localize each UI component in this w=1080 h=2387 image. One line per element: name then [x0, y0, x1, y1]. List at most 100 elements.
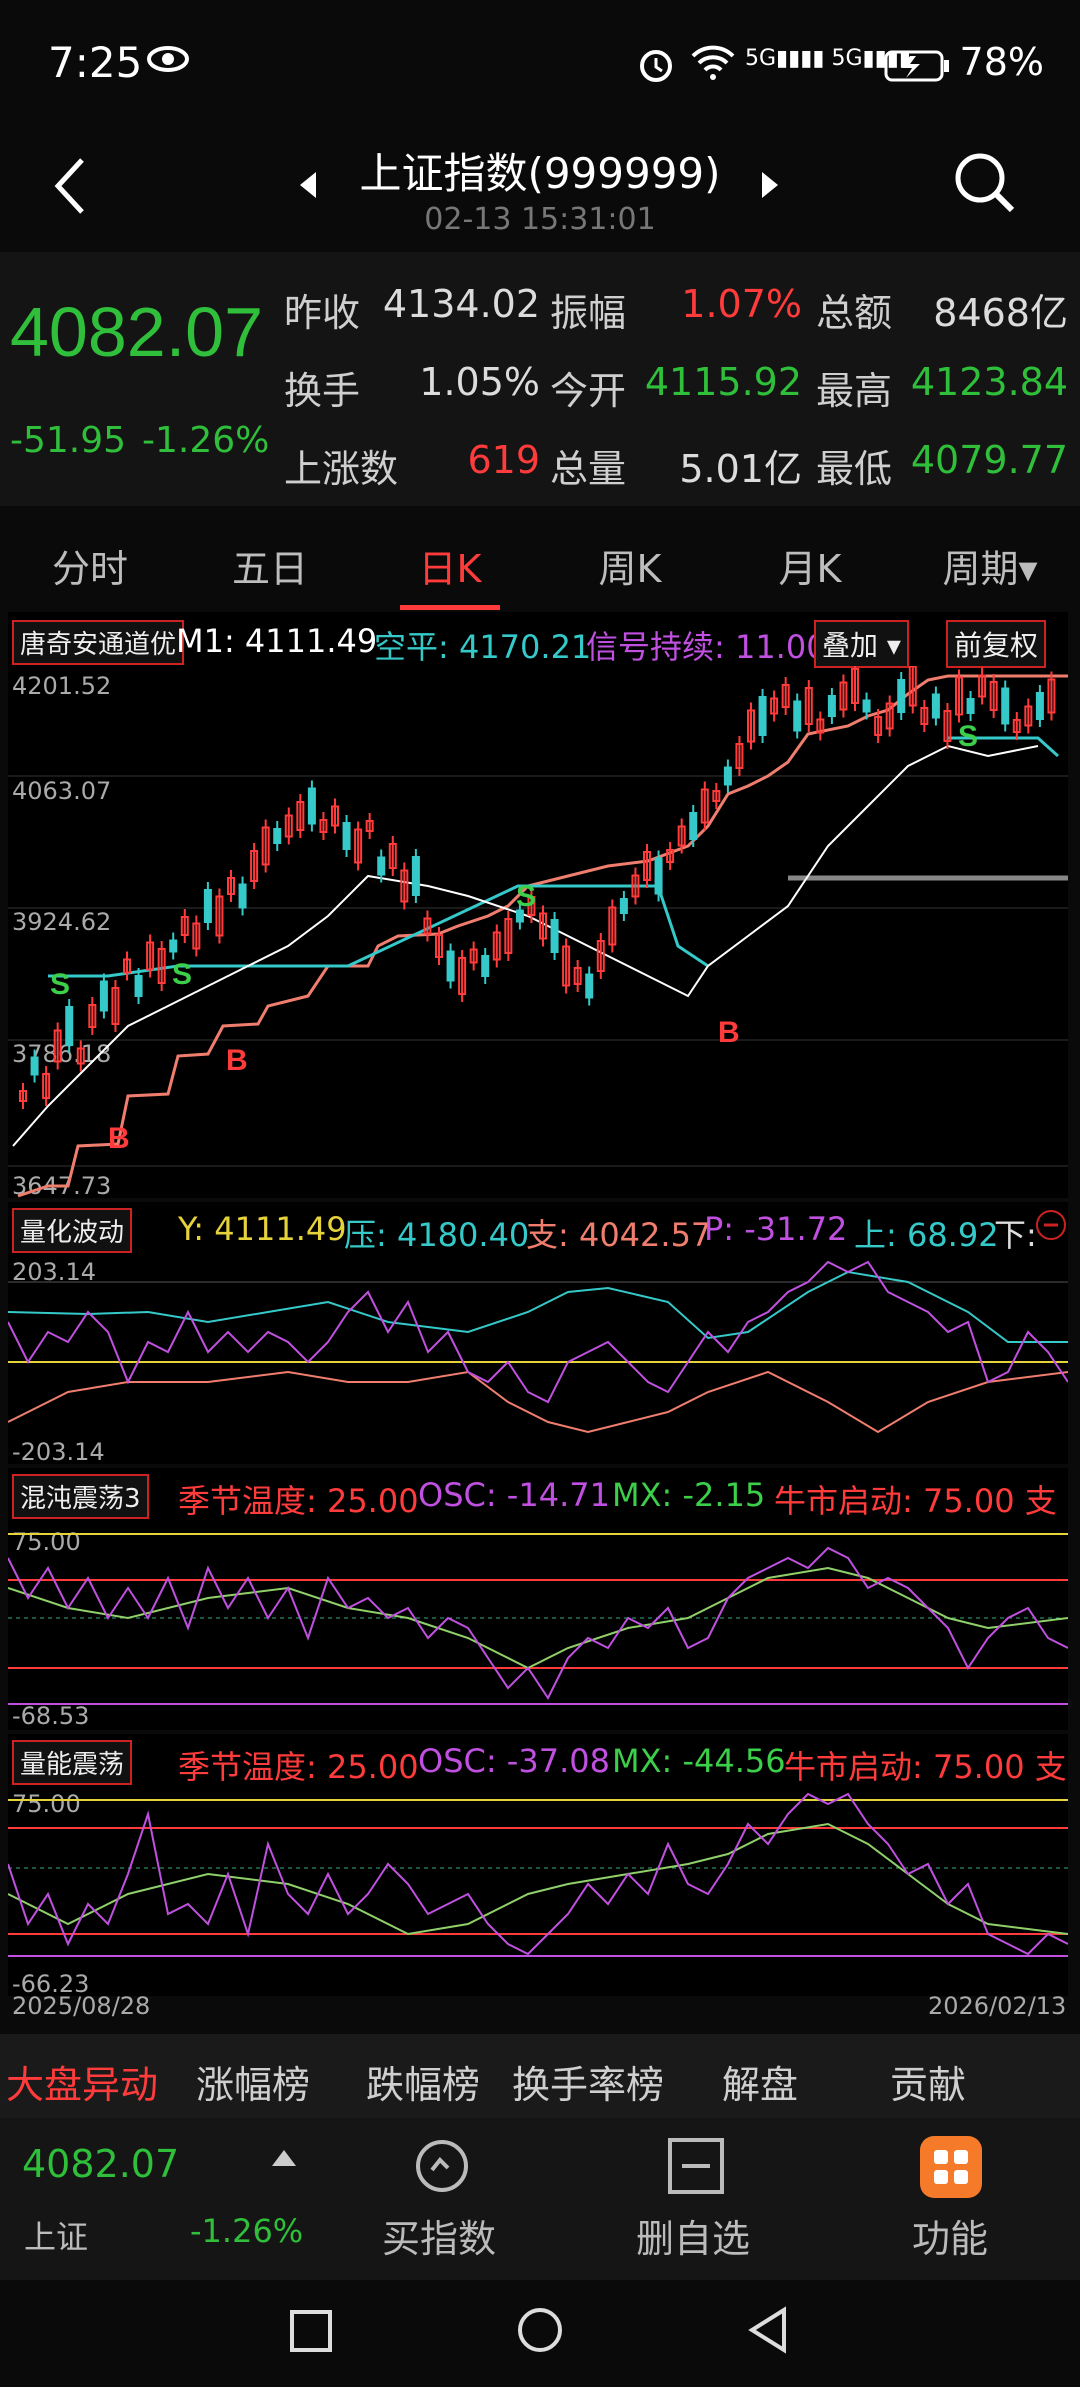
bottom-pct: -1.26% — [190, 2212, 304, 2250]
candle-body — [1035, 692, 1044, 720]
p2-y: Y: 4111.49 — [178, 1210, 347, 1248]
bottom-bar: 4082.07 上证 -1.26% 买指数 删自选 功能 — [0, 2118, 1080, 2280]
tab-weekly-k[interactable]: 周K — [545, 538, 715, 593]
candle-body — [238, 883, 247, 909]
candle-body — [793, 700, 802, 732]
candle-body — [65, 1006, 74, 1046]
header: 上证指数(999999) 02-13 15:31:01 — [0, 140, 1080, 250]
buy-index-button[interactable]: 买指数 — [382, 2208, 496, 2263]
battery-percent: 78% — [959, 40, 1044, 84]
volume-oscillation-panel[interactable]: 量能震荡 季节温度: 25.00 OSC: -37.08 MX: -44.56 … — [8, 1734, 1068, 2020]
turnover-label: 换手 — [284, 369, 361, 413]
main-kline-chart[interactable]: 唐奇安通道优 M1: 4111.49 空平: 4170.21 信号持续: 11.… — [8, 612, 1068, 1200]
adjust-button[interactable]: 前复权 — [946, 620, 1047, 668]
prev-close-label: 昨收 — [284, 291, 361, 335]
eye-icon — [146, 44, 190, 78]
kline-plot: S S S S B B B — [8, 666, 1068, 1198]
remove-watchlist-button[interactable]: 删自选 — [636, 2208, 750, 2263]
tab-analysis[interactable]: 解盘 — [722, 2054, 798, 2109]
status-time: 7:25 — [48, 38, 143, 87]
amount-value: 8468亿 — [933, 291, 1068, 335]
quote-datetime: 02-13 15:31:01 — [424, 202, 656, 237]
buy-marker: B — [718, 1016, 740, 1049]
chaos-oscillation-panel[interactable]: 混沌震荡3 季节温度: 25.00 OSC: -14.71 MX: -2.15 … — [8, 1468, 1068, 1730]
overlay-button[interactable]: 叠加 ▾ — [814, 620, 909, 668]
candle-body — [689, 812, 698, 840]
buy-index-icon[interactable] — [412, 2136, 472, 2200]
tab-contribution[interactable]: 贡献 — [890, 2054, 966, 2109]
amplitude-value: 1.07% — [681, 282, 802, 326]
function-icon[interactable] — [920, 2136, 982, 2202]
rise-count-value: 619 — [467, 438, 540, 482]
candle-body — [169, 939, 178, 953]
candle-body — [446, 950, 455, 982]
active-tab-indicator — [400, 605, 500, 610]
tab-market-movers[interactable]: 大盘异动 — [6, 2054, 158, 2109]
recents-button[interactable] — [288, 2308, 334, 2358]
amount-label: 总额 — [816, 291, 893, 335]
candle-body — [307, 787, 316, 825]
p3-temp: 季节温度: 25.00 — [178, 1482, 419, 1520]
next-stock-button[interactable] — [758, 170, 782, 204]
volume-label: 总量 — [550, 447, 627, 491]
kongping-value: 空平: 4170.21 — [374, 628, 592, 666]
settings-icon[interactable] — [1034, 1208, 1068, 1246]
candle-body — [585, 973, 594, 999]
candle-body — [931, 693, 940, 719]
turnover-value: 1.05% — [419, 360, 540, 404]
tab-period[interactable]: 周期▾ — [905, 538, 1075, 593]
indicator-selector-3[interactable]: 混沌震荡3 — [12, 1474, 149, 1519]
remove-watchlist-icon[interactable] — [666, 2136, 726, 2200]
candle-body — [827, 695, 836, 717]
market-tabs: 大盘异动 涨幅榜 跌幅榜 换手率榜 解盘 贡献 — [0, 2034, 1080, 2118]
home-button[interactable] — [516, 2306, 564, 2358]
tab-gainers[interactable]: 涨幅榜 — [196, 2054, 310, 2109]
indicator-selector-4[interactable]: 量能震荡 — [12, 1740, 133, 1785]
tab-losers[interactable]: 跌幅榜 — [366, 2054, 480, 2109]
quant-volatility-panel[interactable]: 量化波动 Y: 4111.49 压: 4180.40 支: 4042.57 P:… — [8, 1202, 1068, 1466]
candle-body — [550, 919, 559, 953]
p2-p: P: -31.72 — [704, 1210, 848, 1248]
candle-body — [1001, 687, 1010, 725]
candle-body — [377, 856, 386, 876]
tab-five-day[interactable]: 五日 — [185, 538, 355, 593]
sell-marker: S — [958, 720, 978, 753]
candle-body — [966, 698, 975, 714]
p2-xia: 下: — [994, 1216, 1037, 1254]
status-bar: 7:25 5G▮▮▮▮ 5G▮▮▮▮ 78% — [0, 0, 1080, 130]
indicator-selector[interactable]: 唐奇安通道优 — [12, 620, 185, 665]
search-icon[interactable] — [952, 150, 1016, 218]
p2-plot — [8, 1260, 1068, 1434]
p4-mx: MX: -44.56 — [612, 1742, 786, 1780]
candle-body — [862, 699, 871, 713]
high-value: 4123.84 — [910, 360, 1068, 404]
candle-body — [30, 1056, 39, 1076]
tab-turnover[interactable]: 换手率榜 — [512, 2054, 664, 2109]
p4-temp: 季节温度: 25.00 — [178, 1748, 419, 1786]
prev-close-value: 4134.02 — [382, 282, 540, 326]
tab-daily-k[interactable]: 日K — [365, 538, 535, 593]
date-end: 2026/02/13 — [928, 1992, 1067, 2020]
candle-body — [897, 679, 906, 713]
candle-body — [99, 980, 108, 1012]
battery-icon — [884, 50, 950, 86]
indicator-selector-2[interactable]: 量化波动 — [12, 1208, 133, 1253]
triangle-up-icon[interactable] — [270, 2148, 298, 2172]
page-title: 上证指数(999999) — [359, 149, 721, 198]
p2-shang: 上: 68.92 — [854, 1216, 999, 1254]
buy-marker: B — [108, 1122, 130, 1155]
signal-duration: 信号持续: 11.00 — [586, 628, 827, 666]
quote-panel: 4082.07 -51.95 -1.26% 昨收 4134.02 振幅 1.07… — [0, 252, 1080, 506]
price-change: -51.95 — [10, 420, 127, 461]
function-button[interactable]: 功能 — [912, 2208, 988, 2263]
back-nav-button[interactable] — [746, 2306, 790, 2358]
p4-bull: 牛市启动: 75.00 支 — [784, 1748, 1067, 1786]
tab-intraday[interactable]: 分时 — [5, 538, 175, 593]
buy-marker: B — [226, 1044, 248, 1077]
candle-body — [619, 898, 628, 914]
current-price: 4082.07 — [10, 293, 264, 371]
low-label: 最低 — [816, 447, 893, 491]
date-start: 2025/08/28 — [12, 1992, 151, 2020]
candle-body — [273, 828, 282, 844]
tab-monthly-k[interactable]: 月K — [725, 538, 895, 593]
